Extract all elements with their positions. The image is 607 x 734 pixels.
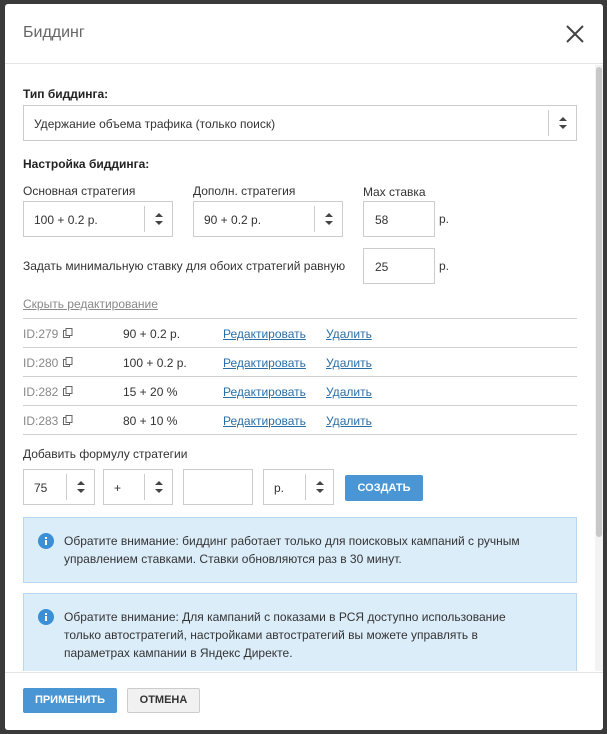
sort-arrows-icon (548, 110, 576, 136)
bidding-type-select[interactable]: Удержание объема трафика (только поиск) (23, 105, 577, 141)
strategy-formula: 100 + 0.2 р. (123, 356, 187, 370)
max-bid-input[interactable]: 58 (363, 201, 435, 237)
scrollbar-thumb[interactable] (596, 67, 602, 537)
strategy-formula: 15 + 20 % (123, 385, 178, 399)
delete-link[interactable]: Удалить (326, 385, 372, 399)
bidding-type-label: Тип биддинга: (23, 87, 109, 101)
formula-amount-input[interactable] (183, 469, 253, 505)
sort-arrows-icon (314, 206, 342, 232)
edit-link[interactable]: Редактировать (223, 385, 306, 399)
sort-arrows-icon (144, 206, 172, 232)
cancel-button[interactable]: ОТМЕНА (127, 688, 200, 713)
sort-arrows-icon (144, 474, 172, 500)
min-bid-label: Задать минимальную ставку для обоих стра… (23, 259, 346, 273)
min-bid-value: 25 (375, 260, 389, 274)
delete-link[interactable]: Удалить (326, 414, 372, 428)
sort-arrows-icon (305, 474, 333, 500)
table-row: ID:283 80 + 10 % Редактировать Удалить (23, 406, 577, 435)
bidding-type-value: Удержание объема трафика (только поиск) (34, 117, 276, 131)
formula-unit-value: р. (274, 481, 285, 495)
extra-strategy-value: 90 + 0.2 р. (204, 213, 262, 227)
copy-icon[interactable] (63, 327, 73, 341)
edit-link[interactable]: Редактировать (223, 414, 306, 428)
notice-text: Обратите внимание: биддинг работает толь… (64, 534, 520, 566)
delete-link[interactable]: Удалить (326, 327, 372, 341)
strategy-table: ID:279 90 + 0.2 р. Редактировать Удалить… (23, 318, 577, 435)
hide-editing-link[interactable]: Скрыть редактирование (23, 297, 158, 311)
dialog-title: Биддинг (23, 24, 85, 41)
sort-arrows-icon (66, 474, 94, 500)
main-strategy-value: 100 + 0.2 р. (34, 213, 98, 227)
close-button[interactable] (563, 22, 587, 46)
scrollbar[interactable] (595, 65, 603, 671)
formula-operator-value: + (114, 481, 122, 495)
table-row: ID:282 15 + 20 % Редактировать Удалить (23, 377, 577, 406)
max-bid-label: Max ставка (363, 185, 426, 199)
add-formula-label: Добавить формулу стратегии (23, 447, 188, 461)
formula-unit-select[interactable]: р. (263, 469, 334, 505)
table-row: ID:280 100 + 0.2 р. Редактировать Удалит… (23, 348, 577, 377)
extra-strategy-select[interactable]: 90 + 0.2 р. (193, 201, 343, 237)
table-row: ID:279 90 + 0.2 р. Редактировать Удалить (23, 319, 577, 348)
notice-search-campaigns: Обратите внимание: биддинг работает толь… (23, 517, 577, 583)
main-strategy-select[interactable]: 100 + 0.2 р. (23, 201, 173, 237)
max-bid-value: 58 (375, 213, 389, 227)
bidding-dialog: Биддинг Тип биддинга: Удержание объема т… (5, 4, 603, 730)
info-icon (38, 609, 54, 628)
settings-label: Настройка биддинга: (23, 157, 150, 171)
max-bid-currency: р. (439, 212, 450, 226)
info-icon (38, 533, 54, 552)
strategy-formula: 90 + 0.2 р. (123, 327, 181, 341)
strategy-id: ID:282 (23, 385, 59, 399)
min-bid-currency: р. (439, 259, 450, 273)
copy-icon[interactable] (63, 385, 73, 399)
notice-rsya-campaigns: Обратите внимание: Для кампаний с показа… (23, 593, 577, 671)
main-strategy-label: Основная стратегия (23, 184, 136, 198)
delete-link[interactable]: Удалить (326, 356, 372, 370)
extra-strategy-label: Дополн. стратегия (193, 184, 296, 198)
dialog-footer: ПРИМЕНИТЬ ОТМЕНА (5, 672, 603, 730)
copy-icon[interactable] (63, 414, 73, 428)
strategy-id: ID:279 (23, 327, 59, 341)
strategy-id: ID:280 (23, 356, 59, 370)
edit-link[interactable]: Редактировать (223, 327, 306, 341)
min-bid-input[interactable]: 25 (363, 248, 435, 284)
create-button[interactable]: СОЗДАТЬ (345, 475, 423, 501)
apply-button[interactable]: ПРИМЕНИТЬ (23, 688, 117, 713)
dialog-header: Биддинг (5, 4, 603, 64)
formula-number-value: 75 (34, 481, 48, 495)
formula-number-select[interactable]: 75 (23, 469, 95, 505)
dialog-body[interactable]: Тип биддинга: Удержание объема трафика (… (5, 65, 597, 671)
notice-text: Обратите внимание: Для кампаний с показа… (64, 610, 506, 660)
close-icon (566, 25, 584, 43)
strategy-formula: 80 + 10 % (123, 414, 178, 428)
strategy-id: ID:283 (23, 414, 59, 428)
copy-icon[interactable] (63, 356, 73, 370)
formula-operator-select[interactable]: + (103, 469, 173, 505)
edit-link[interactable]: Редактировать (223, 356, 306, 370)
